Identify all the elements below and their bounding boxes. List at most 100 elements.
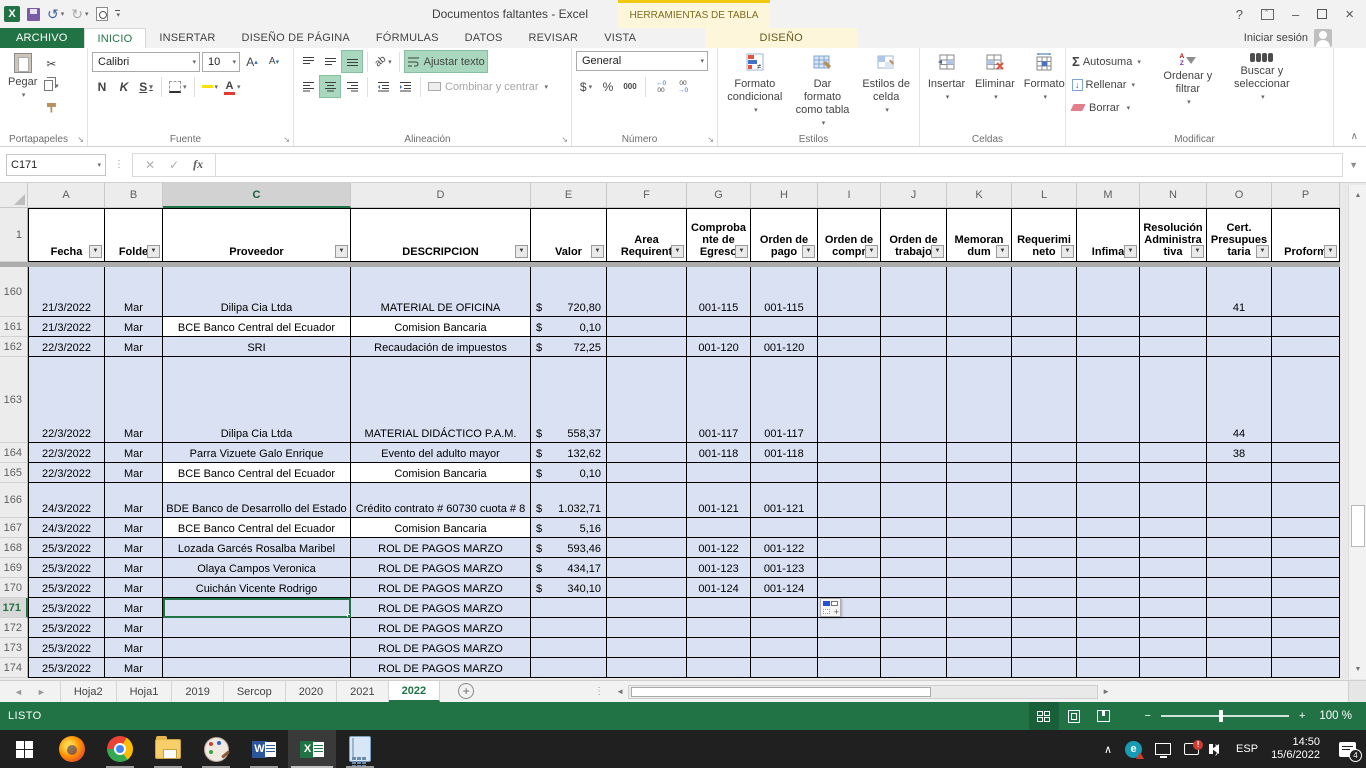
cell-E166[interactable]: $1.032,71 <box>531 483 607 518</box>
tab-scrollbar-splitter[interactable]: ⋮ <box>594 681 604 702</box>
tab-vista[interactable]: VISTA <box>591 28 649 48</box>
cell-B165[interactable]: Mar <box>105 463 163 483</box>
cell-O173[interactable] <box>1207 638 1272 658</box>
cell-N171[interactable] <box>1140 598 1207 618</box>
cell-K167[interactable] <box>947 518 1012 538</box>
cell-K169[interactable] <box>947 558 1012 578</box>
cell-J168[interactable] <box>881 538 947 558</box>
select-all-corner[interactable] <box>0 183 28 208</box>
cell-O165[interactable] <box>1207 463 1272 483</box>
cell-F172[interactable] <box>607 618 687 638</box>
cell-M167[interactable] <box>1077 518 1140 538</box>
redo-button[interactable]: ↻ <box>71 6 88 23</box>
row-header-171[interactable]: 171 <box>0 598 28 618</box>
cell-G168[interactable]: 001-122 <box>687 538 751 558</box>
cell-C160[interactable]: Dilipa Cia Ltda <box>163 267 351 317</box>
row-header-164[interactable]: 164 <box>0 443 28 463</box>
zoom-in-button[interactable]: + <box>1299 710 1305 722</box>
cell-H173[interactable] <box>751 638 818 658</box>
cell-H163[interactable]: 001-117 <box>751 357 818 443</box>
cell-I170[interactable] <box>818 578 881 598</box>
cell-K173[interactable] <box>947 638 1012 658</box>
cell-L165[interactable] <box>1012 463 1077 483</box>
filter-button-G[interactable]: ▼ <box>735 245 748 258</box>
cell-B170[interactable]: Mar <box>105 578 163 598</box>
cell-I162[interactable] <box>818 337 881 357</box>
cell-I161[interactable] <box>818 317 881 337</box>
cell-E171[interactable] <box>531 598 607 618</box>
fill-button[interactable]: ↓ Rellenar <box>1070 74 1143 95</box>
normal-view-button[interactable] <box>1029 702 1059 730</box>
cell-P163[interactable] <box>1272 357 1340 443</box>
row-header-163[interactable]: 163 <box>0 357 28 443</box>
name-box[interactable]: C171 <box>6 154 106 176</box>
wrap-text-button[interactable]: Ajustar texto <box>405 51 487 72</box>
row-header-161[interactable]: 161 <box>0 317 28 337</box>
format-painter-button[interactable] <box>41 97 61 118</box>
cell-J167[interactable] <box>881 518 947 538</box>
underline-button[interactable]: S <box>136 76 156 97</box>
cell-L170[interactable] <box>1012 578 1077 598</box>
filter-button-A[interactable]: ▼ <box>89 245 102 258</box>
decrease-indent-button[interactable] <box>373 76 393 97</box>
cell-I174[interactable] <box>818 658 881 678</box>
network-icon[interactable] <box>1155 743 1171 755</box>
zoom-slider[interactable] <box>1161 715 1289 717</box>
conditional-formatting-button[interactable]: ≠ Formato condicional <box>722 51 788 130</box>
cell-N166[interactable] <box>1140 483 1207 518</box>
cell-D161[interactable]: Comision Bancaria <box>351 317 531 337</box>
column-header-M[interactable]: M <box>1077 183 1140 208</box>
cell-G170[interactable]: 001-124 <box>687 578 751 598</box>
excel-app-icon[interactable]: X <box>4 6 20 22</box>
borders-button[interactable] <box>167 76 189 97</box>
table-header-C[interactable]: Proveedor▼ <box>163 208 351 262</box>
minimize-button[interactable]: – <box>1292 8 1299 21</box>
cell-styles-button[interactable]: Estilos de celda <box>857 51 915 130</box>
column-header-A[interactable]: A <box>28 183 105 208</box>
cell-N162[interactable] <box>1140 337 1207 357</box>
cell-H161[interactable] <box>751 317 818 337</box>
taskbar-start-button[interactable] <box>0 730 48 768</box>
sign-in[interactable]: Iniciar sesión <box>1244 28 1332 48</box>
cell-O163[interactable]: 44 <box>1207 357 1272 443</box>
cell-P161[interactable] <box>1272 317 1340 337</box>
scroll-right-button[interactable]: ► <box>1098 687 1114 696</box>
cell-B164[interactable]: Mar <box>105 443 163 463</box>
cell-D163[interactable]: MATERIAL DIDÁCTICO P.A.M. <box>351 357 531 443</box>
table-header-G[interactable]: Comproba nte de Egreso▼ <box>687 208 751 262</box>
taskbar-firefox[interactable] <box>48 730 96 768</box>
cell-G172[interactable] <box>687 618 751 638</box>
cell-H170[interactable]: 001-124 <box>751 578 818 598</box>
formula-input[interactable] <box>216 153 1343 177</box>
increase-decimal-button[interactable]: ←000 <box>651 76 671 97</box>
cell-P172[interactable] <box>1272 618 1340 638</box>
cell-F169[interactable] <box>607 558 687 578</box>
cell-P166[interactable] <box>1272 483 1340 518</box>
cell-F161[interactable] <box>607 317 687 337</box>
cell-F167[interactable] <box>607 518 687 538</box>
cell-P171[interactable] <box>1272 598 1340 618</box>
filter-button-I[interactable]: ▼ <box>865 245 878 258</box>
cell-B163[interactable]: Mar <box>105 357 163 443</box>
delete-cells-button[interactable]: Eliminar <box>971 51 1019 130</box>
cell-F173[interactable] <box>607 638 687 658</box>
save-button[interactable] <box>27 8 40 21</box>
column-header-K[interactable]: K <box>947 183 1012 208</box>
sheet-tab-2022[interactable]: 2022 <box>389 681 440 702</box>
cell-L164[interactable] <box>1012 443 1077 463</box>
cell-G164[interactable]: 001-118 <box>687 443 751 463</box>
cell-P173[interactable] <box>1272 638 1340 658</box>
cell-B171[interactable]: Mar <box>105 598 163 618</box>
cell-A160[interactable]: 21/3/2022 <box>28 267 105 317</box>
cell-P169[interactable] <box>1272 558 1340 578</box>
cell-K165[interactable] <box>947 463 1012 483</box>
cell-K163[interactable] <box>947 357 1012 443</box>
cell-C161[interactable]: BCE Banco Central del Ecuador <box>163 317 351 337</box>
scroll-left-button[interactable]: ◄ <box>612 687 628 696</box>
sort-filter-button[interactable]: AZ Ordenar y filtrar <box>1153 51 1223 130</box>
zoom-out-button[interactable]: − <box>1145 710 1151 722</box>
cell-E161[interactable]: $0,10 <box>531 317 607 337</box>
cell-J161[interactable] <box>881 317 947 337</box>
enter-button[interactable]: ✓ <box>169 158 179 172</box>
cell-N160[interactable] <box>1140 267 1207 317</box>
